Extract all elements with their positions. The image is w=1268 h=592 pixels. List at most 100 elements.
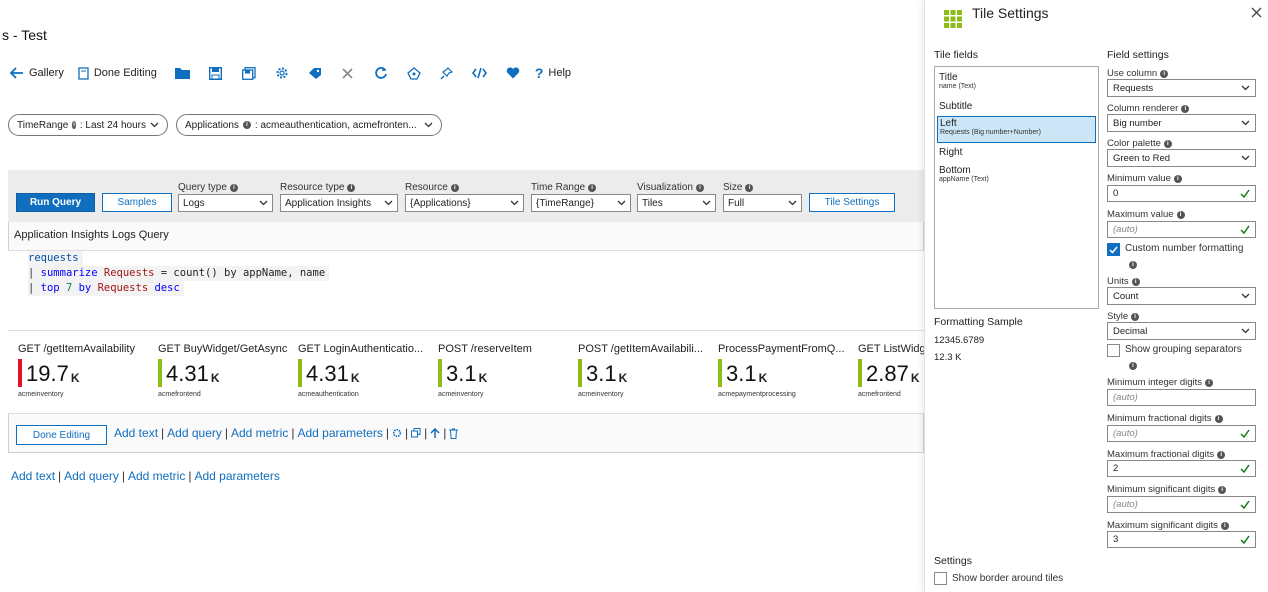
query-type-label-text: Query type — [178, 182, 227, 193]
resource-type-select[interactable]: Application Insights — [280, 194, 398, 212]
max-value-input[interactable]: (auto) — [1107, 221, 1256, 238]
pin-icon[interactable] — [439, 65, 455, 81]
add-query-link[interactable]: Add query — [64, 469, 119, 483]
info-icon: i — [1176, 210, 1185, 219]
tile[interactable]: POST /getItemAvailabili... 3.1 K acmeinve… — [578, 343, 714, 403]
min-value-label: Minimum value i — [1107, 173, 1182, 184]
checkbox[interactable] — [934, 572, 947, 585]
tile[interactable]: GET LoginAuthenticatio... 4.31 K acmeauth… — [298, 343, 434, 403]
resource-label: Resource i — [405, 182, 459, 193]
field-item-bottom[interactable]: Bottom appName (Text) — [939, 165, 989, 183]
info-icon: i — [347, 183, 356, 192]
tile[interactable]: ProcessPaymentFromQ... 3.1 K acmepaymentp… — [718, 343, 854, 403]
field-item-left[interactable]: Left Requests (Big number+Number) — [937, 116, 1096, 143]
resource-select[interactable]: {Applications} — [405, 194, 524, 212]
show-border-around-tiles[interactable]: Show border around tiles — [934, 572, 1063, 585]
share-icon[interactable] — [406, 65, 422, 81]
use-column-select[interactable]: Requests — [1107, 79, 1256, 97]
arrow-up-icon[interactable] — [430, 427, 440, 439]
min-value-input[interactable]: 0 — [1107, 185, 1256, 202]
checkbox-checked[interactable] — [1107, 243, 1120, 256]
column-renderer-select[interactable]: Big number — [1107, 114, 1256, 132]
gallery-button[interactable]: Gallery — [10, 67, 64, 79]
resource-type-value: Application Insights — [285, 197, 372, 209]
done-editing-label: Done Editing — [93, 67, 157, 79]
max-sig-input[interactable]: 3 — [1107, 531, 1256, 548]
query-heading: Application Insights Logs Query — [14, 229, 169, 241]
tag-icon[interactable] — [307, 65, 323, 81]
save-icon[interactable] — [208, 65, 224, 81]
query-type-select[interactable]: Logs — [178, 194, 273, 212]
tile-subtitle: acmepaymentprocessing — [718, 391, 796, 398]
info-icon: i — [1160, 69, 1169, 78]
code-pipe: | — [28, 282, 41, 294]
clone-icon[interactable] — [411, 428, 421, 438]
field-settings-heading: Field settings — [1107, 49, 1169, 61]
min-sig-input[interactable]: (auto) — [1107, 496, 1256, 513]
tile-settings-button[interactable]: Tile Settings — [809, 193, 895, 212]
add-query-link[interactable]: Add query — [167, 426, 222, 440]
refresh-icon[interactable] — [373, 65, 389, 81]
color-palette-value: Green to Red — [1113, 152, 1171, 164]
help-button[interactable]: ? Help — [535, 65, 571, 81]
chevron-down-icon — [617, 200, 626, 206]
visualization-select[interactable]: Tiles — [637, 194, 716, 212]
code-icon[interactable] — [472, 65, 488, 81]
show-grouping-separators[interactable]: Show grouping separators — [1107, 344, 1242, 357]
max-sig-label-text: Maximum significant digits — [1107, 520, 1218, 531]
tile-unit: K — [70, 371, 80, 385]
samples-button[interactable]: Samples — [102, 193, 172, 212]
tile[interactable]: GET ListWidg 2.87 K acmefrontend — [858, 343, 924, 403]
code-pipe: | — [28, 267, 41, 279]
heart-icon[interactable] — [505, 65, 521, 81]
field-detail: appName (Text) — [939, 176, 989, 183]
tile-title: POST /reserveItem — [438, 343, 532, 355]
tile[interactable]: POST /reserveItem 3.1 K acmeinventory — [438, 343, 574, 403]
code-table-name: requests — [28, 252, 79, 264]
field-item-title[interactable]: Title name (Text) — [939, 72, 976, 90]
info-icon: i — [229, 183, 238, 192]
code-keyword: top — [40, 282, 60, 294]
field-item-right[interactable]: Right — [939, 147, 962, 158]
trash-icon[interactable] — [449, 428, 459, 439]
add-metric-link[interactable]: Add metric — [231, 426, 288, 440]
tile-unit: K — [618, 371, 628, 385]
folder-icon[interactable] — [175, 65, 191, 81]
color-palette-select[interactable]: Green to Red — [1107, 149, 1256, 167]
applications-parameter[interactable]: Applications i : acmeauthentication, acm… — [176, 114, 442, 136]
max-frac-input[interactable]: 2 — [1107, 460, 1256, 477]
code-number: 7 — [59, 282, 73, 294]
visualization-value: Tiles — [642, 197, 663, 209]
run-query-button[interactable]: Run Query — [16, 193, 95, 212]
style-select[interactable]: Decimal — [1107, 322, 1256, 340]
units-select[interactable]: Count — [1107, 287, 1256, 305]
close-icon[interactable] — [340, 65, 356, 81]
time-range-select[interactable]: {TimeRange} — [531, 194, 631, 212]
add-parameters-link[interactable]: Add parameters — [297, 426, 382, 440]
tile[interactable]: GET BuyWidget/GetAsync 4.31 K acmefronten… — [158, 343, 294, 403]
size-value: Full — [728, 197, 745, 209]
custom-number-formatting[interactable]: Custom number formatting — [1107, 243, 1262, 256]
document-icon — [78, 66, 89, 80]
gear-icon[interactable] — [392, 428, 402, 438]
step-done-editing-button[interactable]: Done Editing — [16, 425, 107, 445]
add-text-link[interactable]: Add text — [114, 426, 158, 440]
add-text-link[interactable]: Add text — [11, 469, 55, 483]
done-editing-button[interactable]: Done Editing — [78, 66, 157, 80]
add-parameters-link[interactable]: Add parameters — [194, 469, 279, 483]
tile-value: 3.1 — [726, 361, 757, 386]
add-metric-link[interactable]: Add metric — [128, 469, 185, 483]
size-select[interactable]: Full — [723, 194, 802, 212]
field-item-subtitle[interactable]: Subtitle — [939, 101, 972, 112]
checkbox[interactable] — [1107, 344, 1120, 357]
min-frac-input[interactable]: (auto) — [1107, 425, 1256, 442]
close-icon[interactable] — [1251, 7, 1262, 18]
tile-indicator — [578, 359, 582, 387]
min-int-input[interactable]: (auto) — [1107, 389, 1256, 406]
tile-unit: K — [210, 371, 220, 385]
gear-icon[interactable] — [274, 65, 290, 81]
time-range-parameter[interactable]: TimeRange i : Last 24 hours — [8, 114, 168, 136]
save-as-icon[interactable] — [241, 65, 257, 81]
code-line-2: | summarize Requests = count() by appNam… — [28, 266, 330, 281]
tile[interactable]: GET /getItemAvailability 19.7 K acmeinven… — [18, 343, 154, 403]
